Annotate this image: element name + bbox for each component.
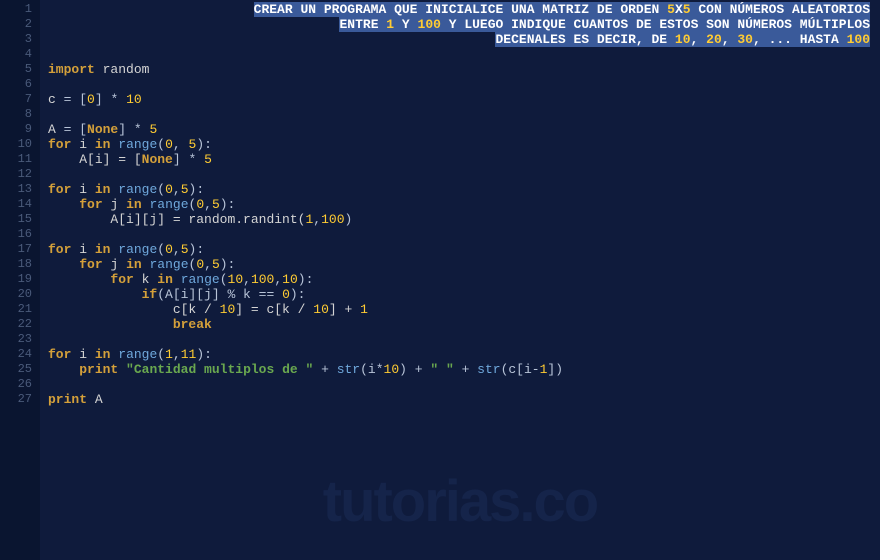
- line-number: 15: [0, 212, 32, 227]
- line-number: 10: [0, 137, 32, 152]
- code-line: c = [0] * 10: [48, 92, 880, 107]
- line-number: 27: [0, 392, 32, 407]
- line-number: 4: [0, 47, 32, 62]
- code-line: [48, 377, 880, 392]
- code-line: for i in range(0,5):: [48, 182, 880, 197]
- line-number: 2: [0, 17, 32, 32]
- code-line: import random: [48, 62, 880, 77]
- line-number: 3: [0, 32, 32, 47]
- line-number: 18: [0, 257, 32, 272]
- line-number: 19: [0, 272, 32, 287]
- code-line: break: [48, 317, 880, 332]
- line-number: 11: [0, 152, 32, 167]
- code-line: [48, 167, 880, 182]
- line-number: 16: [0, 227, 32, 242]
- code-content-area[interactable]: CREAR UN PROGRAMA QUE INICIALICE UNA MAT…: [40, 0, 880, 560]
- code-line: for i in range(0,5):: [48, 242, 880, 257]
- line-number: 17: [0, 242, 32, 257]
- line-number: 7: [0, 92, 32, 107]
- code-line: DECENALES ES DECIR, DE 10, 20, 30, ... H…: [48, 32, 880, 47]
- code-line: print A: [48, 392, 880, 407]
- code-line: CREAR UN PROGRAMA QUE INICIALICE UNA MAT…: [48, 2, 880, 17]
- code-line: for i in range(0, 5):: [48, 137, 880, 152]
- code-line: c[k / 10] = c[k / 10] + 1: [48, 302, 880, 317]
- watermark-text: tutorias.co: [323, 468, 598, 535]
- line-number: 14: [0, 197, 32, 212]
- line-number: 26: [0, 377, 32, 392]
- line-number: 22: [0, 317, 32, 332]
- code-line: A[i] = [None] * 5: [48, 152, 880, 167]
- code-line: A = [None] * 5: [48, 122, 880, 137]
- line-number-gutter: 1234567891011121314151617181920212223242…: [0, 0, 40, 560]
- code-line: for j in range(0,5):: [48, 257, 880, 272]
- code-line: [48, 77, 880, 92]
- code-line: ENTRE 1 Y 100 Y LUEGO INDIQUE CUANTOS DE…: [48, 17, 880, 32]
- line-number: 21: [0, 302, 32, 317]
- code-editor: 1234567891011121314151617181920212223242…: [0, 0, 880, 560]
- line-number: 5: [0, 62, 32, 77]
- code-line: [48, 227, 880, 242]
- code-line: [48, 47, 880, 62]
- code-line: for i in range(1,11):: [48, 347, 880, 362]
- line-number: 6: [0, 77, 32, 92]
- code-line: [48, 332, 880, 347]
- line-number: 8: [0, 107, 32, 122]
- code-line: A[i][j] = random.randint(1,100): [48, 212, 880, 227]
- line-number: 24: [0, 347, 32, 362]
- line-number: 20: [0, 287, 32, 302]
- line-number: 12: [0, 167, 32, 182]
- code-line: for k in range(10,100,10):: [48, 272, 880, 287]
- code-line: [48, 107, 880, 122]
- code-line: print "Cantidad multiplos de " + str(i*1…: [48, 362, 880, 377]
- line-number: 13: [0, 182, 32, 197]
- line-number: 23: [0, 332, 32, 347]
- line-number: 9: [0, 122, 32, 137]
- code-line: for j in range(0,5):: [48, 197, 880, 212]
- line-number: 1: [0, 2, 32, 17]
- line-number: 25: [0, 362, 32, 377]
- code-line: if(A[i][j] % k == 0):: [48, 287, 880, 302]
